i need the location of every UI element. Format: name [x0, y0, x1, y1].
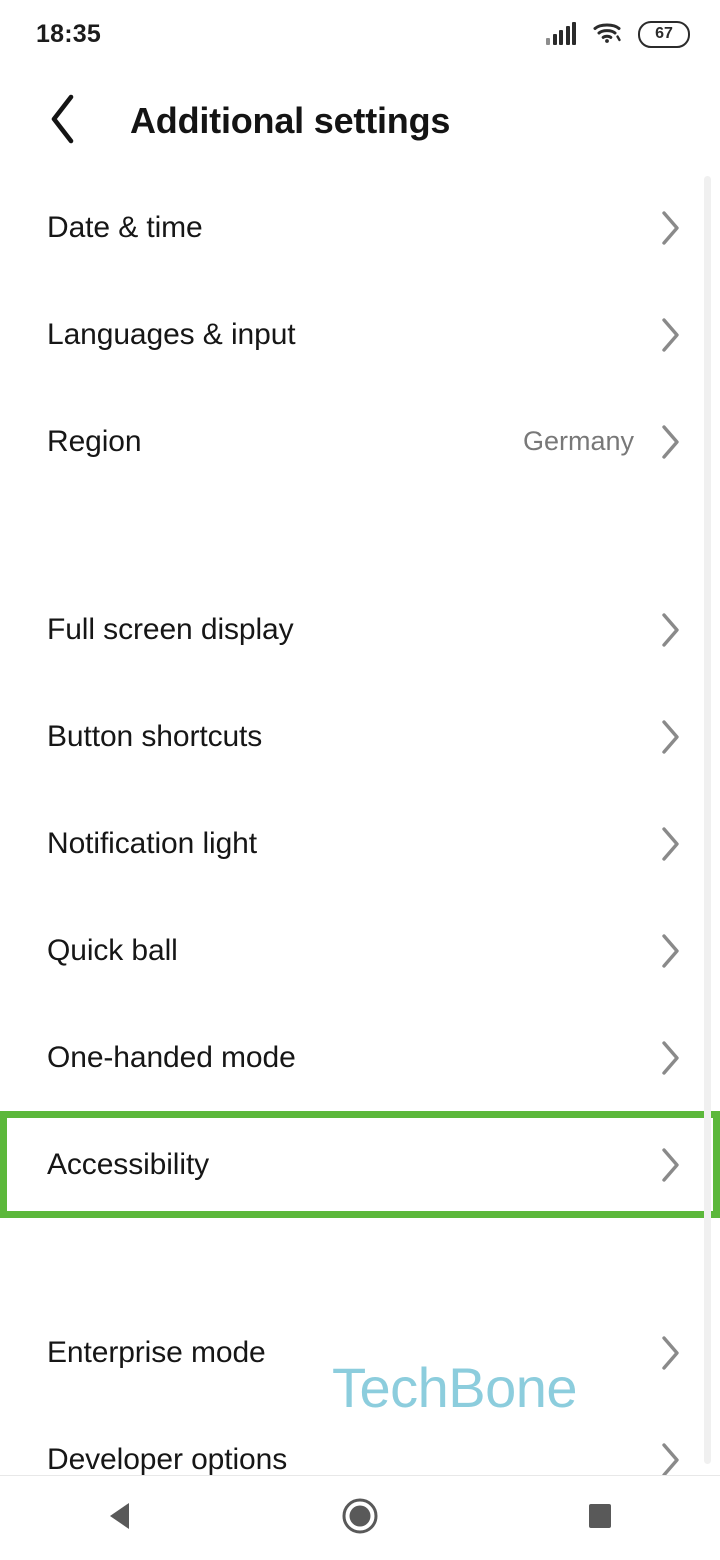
- phone-screen: 18:35 67 Additional settings Date & time…: [0, 0, 720, 1560]
- nav-home-button[interactable]: [300, 1476, 420, 1560]
- settings-row-label: Languages & input: [47, 317, 296, 351]
- wifi-icon: [592, 20, 622, 49]
- back-triangle-icon: [105, 1500, 135, 1537]
- settings-row[interactable]: Quick ball: [0, 897, 720, 1004]
- chevron-right-icon: [662, 719, 679, 754]
- settings-row-label: Region: [47, 424, 142, 458]
- settings-row[interactable]: Accessibility: [0, 1111, 720, 1218]
- status-bar: 18:35 67: [0, 0, 720, 68]
- app-bar: Additional settings: [0, 68, 720, 174]
- settings-group: Date & time Languages & input Region German…: [0, 174, 720, 495]
- settings-row[interactable]: Enterprise mode: [0, 1299, 720, 1406]
- home-circle-icon: [341, 1497, 379, 1540]
- chevron-right-icon: [662, 424, 679, 459]
- chevron-right-icon: [662, 1147, 679, 1182]
- settings-group: Full screen display Button shortcuts Notif…: [0, 576, 720, 1218]
- settings-row[interactable]: One-handed mode: [0, 1004, 720, 1111]
- scrollbar[interactable]: [704, 176, 711, 1464]
- settings-row-value: Germany: [522, 426, 634, 456]
- settings-row-label: Accessibility: [47, 1147, 210, 1181]
- settings-row-label: Developer options: [47, 1442, 288, 1476]
- settings-row-label: Button shortcuts: [47, 719, 263, 753]
- back-button[interactable]: [20, 78, 106, 164]
- page-title: Additional settings: [130, 100, 451, 141]
- back-chevron-icon: [46, 92, 80, 151]
- chevron-right-icon: [662, 1442, 679, 1477]
- nav-recents-button[interactable]: [540, 1476, 660, 1560]
- settings-row[interactable]: Date & time: [0, 174, 720, 281]
- chevron-right-icon: [662, 826, 679, 861]
- navigation-bar: [0, 1476, 720, 1560]
- settings-row-label: Full screen display: [47, 612, 294, 646]
- battery-icon: 67: [638, 20, 690, 48]
- chevron-right-icon: [662, 210, 679, 245]
- settings-row[interactable]: Notification light: [0, 790, 720, 897]
- battery-level-text: 67: [655, 25, 673, 42]
- signal-bars-icon: [546, 22, 576, 45]
- settings-row-label: Notification light: [47, 826, 257, 860]
- settings-list[interactable]: Date & time Languages & input Region German…: [0, 174, 720, 1513]
- settings-row-label: Date & time: [47, 210, 203, 244]
- chevron-right-icon: [662, 933, 679, 968]
- settings-row[interactable]: Full screen display: [0, 576, 720, 683]
- chevron-right-icon: [662, 317, 679, 352]
- settings-row-label: Enterprise mode: [47, 1335, 266, 1369]
- group-spacer: [0, 495, 720, 576]
- settings-row-label: Quick ball: [47, 933, 178, 967]
- chevron-right-icon: [662, 1040, 679, 1075]
- settings-row[interactable]: Button shortcuts: [0, 683, 720, 790]
- nav-back-button[interactable]: [60, 1476, 180, 1560]
- chevron-right-icon: [662, 612, 679, 647]
- recents-square-icon: [586, 1502, 614, 1535]
- settings-row-label: One-handed mode: [47, 1040, 296, 1074]
- group-spacer: [0, 1218, 720, 1299]
- chevron-right-icon: [662, 1335, 679, 1370]
- status-bar-clock: 18:35: [36, 19, 101, 48]
- status-bar-icons: 67: [546, 20, 690, 49]
- settings-row[interactable]: Region Germany: [0, 388, 720, 495]
- settings-row[interactable]: Languages & input: [0, 281, 720, 388]
